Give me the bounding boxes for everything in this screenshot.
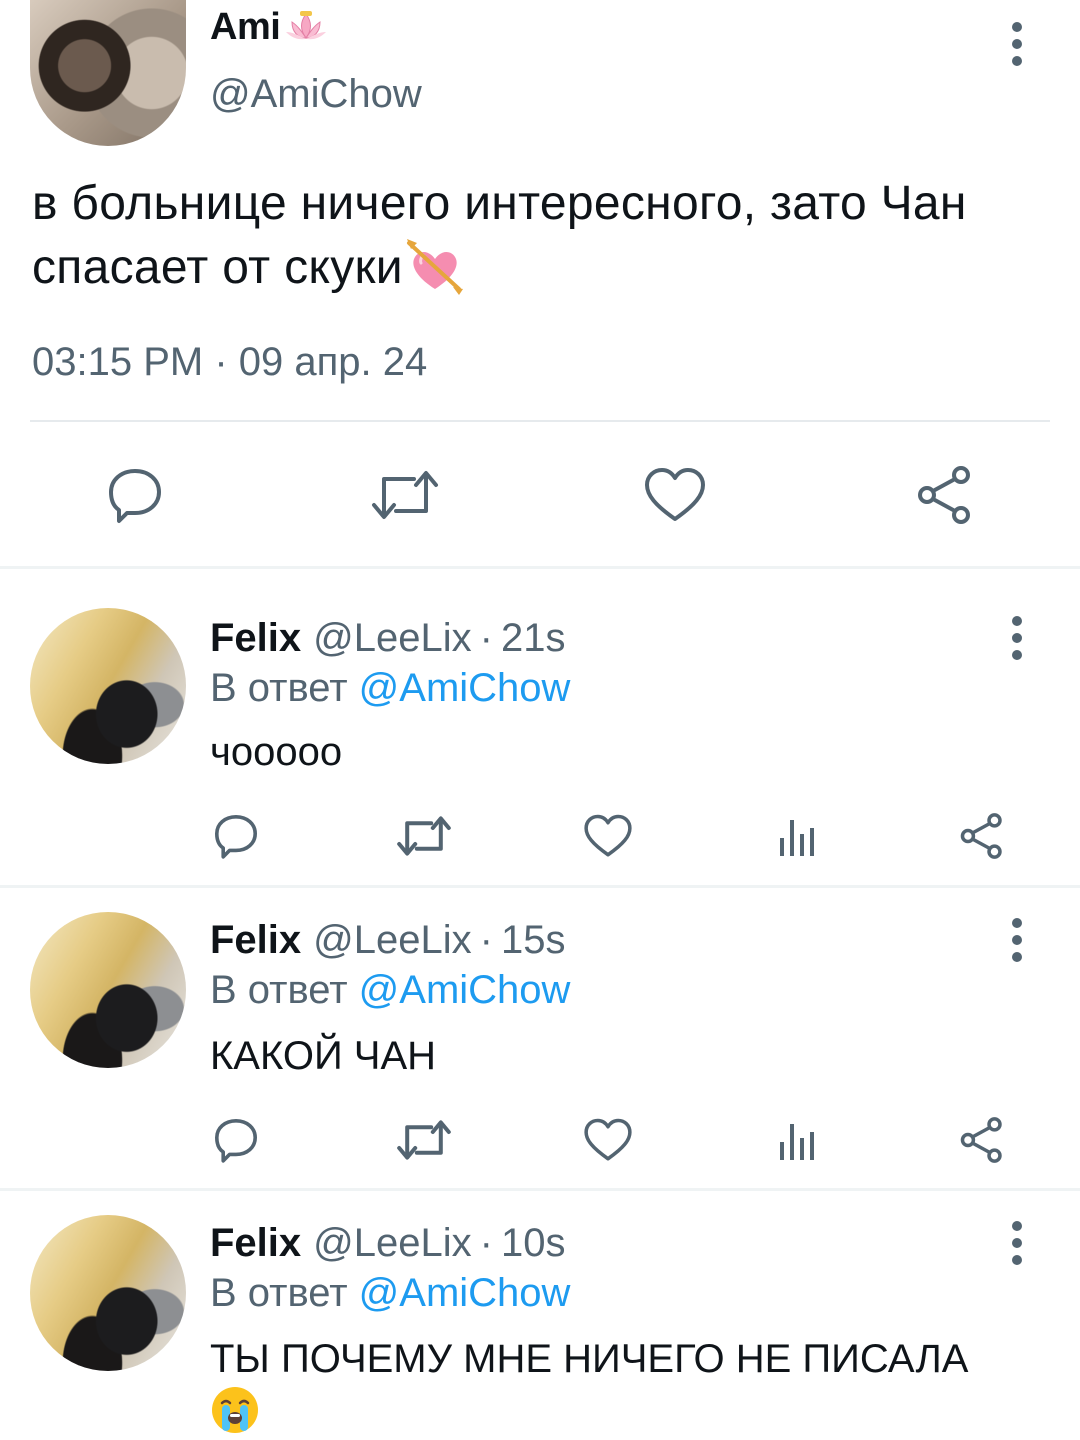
tweet-text: в больнице ничего интересного, зато Чан … <box>32 172 1042 300</box>
replying-to: В ответ @AmiChow <box>210 1271 570 1316</box>
retweet-icon <box>397 816 451 856</box>
like-button[interactable] <box>578 1110 638 1170</box>
reply-prefix: В ответ <box>210 968 348 1012</box>
like-button[interactable] <box>640 460 710 530</box>
reply-button[interactable] <box>100 460 170 530</box>
reply-text: КАКОЙ ЧАН <box>210 1034 437 1078</box>
more-options-icon[interactable] <box>1010 918 1024 962</box>
avatar[interactable] <box>30 912 186 1068</box>
more-options-icon[interactable] <box>1010 1221 1024 1265</box>
reply-icon <box>109 469 161 523</box>
author-name[interactable]: Felix <box>210 918 301 963</box>
heart-icon <box>584 814 632 857</box>
reply-button[interactable] <box>206 1110 266 1170</box>
heart-icon <box>645 468 705 521</box>
separator: · <box>479 918 493 962</box>
analytics-button[interactable] <box>766 1110 826 1170</box>
reply-tweet[interactable]: Felix @LeeLix · 21s В ответ @AmiChow чоо… <box>0 566 1080 886</box>
author-name-row: Ami <box>210 6 328 49</box>
divider <box>30 420 1050 422</box>
like-button[interactable] <box>578 806 638 866</box>
avatar[interactable] <box>30 1215 186 1371</box>
more-options-icon[interactable] <box>1010 616 1024 660</box>
tweet-actions <box>0 460 1080 530</box>
lotus-icon <box>286 10 327 39</box>
reply-prefix: В ответ <box>210 1271 348 1315</box>
share-icon <box>918 466 970 524</box>
reply-icon <box>215 1119 257 1163</box>
analytics-icon <box>780 820 814 856</box>
loudly-crying-face-icon <box>212 1387 258 1433</box>
more-options-icon[interactable] <box>1010 22 1024 66</box>
reply-time: 15s <box>500 918 566 962</box>
author-handle[interactable]: @AmiChow <box>210 72 422 117</box>
share-icon <box>960 813 1002 859</box>
reply-prefix: В ответ <box>210 666 348 710</box>
author-handle[interactable]: @LeeLix <box>313 616 471 661</box>
retweet-button[interactable] <box>394 806 454 866</box>
author-handle[interactable]: @LeeLix <box>313 918 471 963</box>
heart-with-arrow-icon <box>406 239 463 295</box>
share-button[interactable] <box>952 806 1012 866</box>
tweet-text-content: в больнице ничего интересного, зато Чан … <box>32 177 967 294</box>
reply-time: 21s <box>500 616 566 660</box>
retweet-icon <box>372 471 438 519</box>
share-icon <box>960 1117 1002 1163</box>
separator: · <box>479 616 493 660</box>
reply-icon <box>215 815 257 859</box>
author-handle[interactable]: @LeeLix <box>313 1221 471 1266</box>
retweet-button[interactable] <box>370 460 440 530</box>
reply-header: Felix @LeeLix · 15s <box>210 918 565 963</box>
reply-text: ТЫ ПОЧЕМУ МНЕ НИЧЕГО НЕ ПИСАЛА <box>210 1333 1030 1440</box>
share-button[interactable] <box>952 1110 1012 1170</box>
avatar[interactable] <box>30 0 186 146</box>
retweet-icon <box>397 1120 451 1160</box>
author-name[interactable]: Ami <box>210 6 281 49</box>
retweet-button[interactable] <box>394 1110 454 1170</box>
author-name[interactable]: Felix <box>210 616 301 661</box>
mention-link[interactable]: @AmiChow <box>359 666 571 710</box>
reply-button[interactable] <box>206 806 266 866</box>
replying-to: В ответ @AmiChow <box>210 968 570 1013</box>
reply-text: чооооо <box>210 730 343 774</box>
mention-link[interactable]: @AmiChow <box>359 1271 571 1315</box>
share-button[interactable] <box>910 460 980 530</box>
reply-tweet[interactable]: Felix @LeeLix · 10s В ответ @AmiChow ТЫ … <box>0 1191 1080 1440</box>
tweet-timestamp: 03:15 PM · 09 апр. 24 <box>32 340 428 384</box>
avatar[interactable] <box>30 608 186 764</box>
analytics-icon <box>780 1124 814 1160</box>
reply-header: Felix @LeeLix · 21s <box>210 616 565 661</box>
separator: · <box>479 1221 493 1265</box>
reply-time: 10s <box>500 1221 566 1265</box>
heart-icon <box>584 1118 632 1161</box>
analytics-button[interactable] <box>766 806 826 866</box>
tweet-thread-screen: Ami @AmiChow в больнице ничего интересно… <box>0 0 1080 1440</box>
mention-link[interactable]: @AmiChow <box>359 968 571 1012</box>
reply-header: Felix @LeeLix · 10s <box>210 1221 565 1266</box>
replying-to: В ответ @AmiChow <box>210 666 570 711</box>
main-tweet: Ami @AmiChow в больнице ничего интересно… <box>0 0 1080 566</box>
reply-tweet[interactable]: Felix @LeeLix · 15s В ответ @AmiChow КАК… <box>0 888 1080 1188</box>
reply-text-content: ТЫ ПОЧЕМУ МНЕ НИЧЕГО НЕ ПИСАЛА <box>210 1337 969 1381</box>
author-name[interactable]: Felix <box>210 1221 301 1266</box>
